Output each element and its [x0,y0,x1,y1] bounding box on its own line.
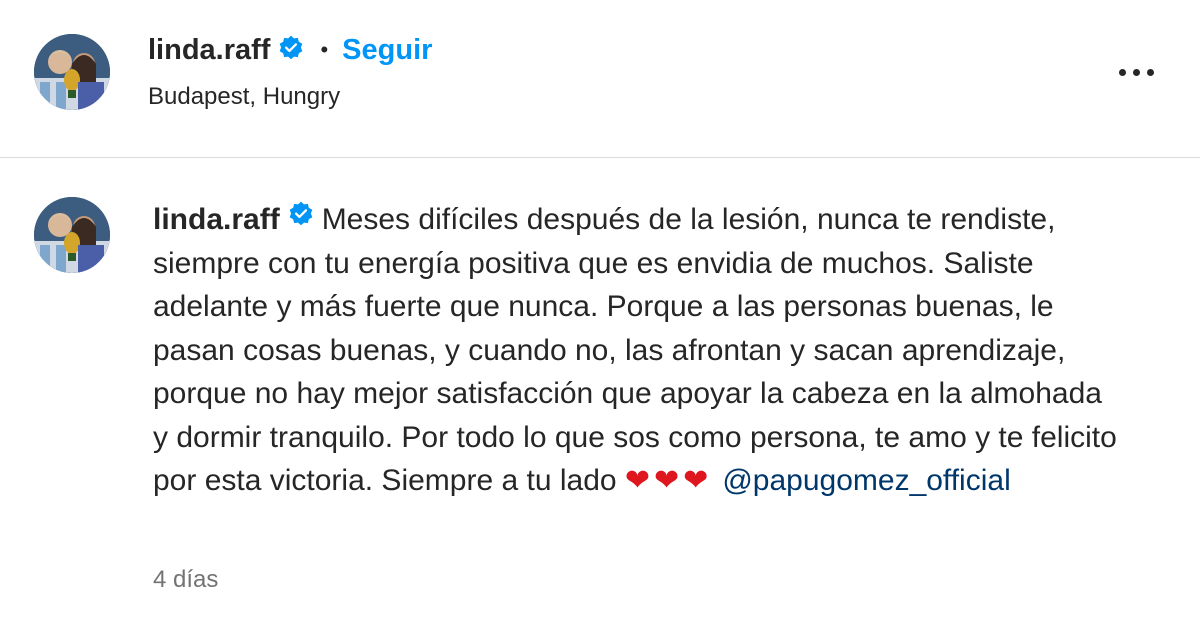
header-title-row: linda.raff • Seguir [148,30,432,70]
caption-avatar[interactable] [34,197,110,273]
avatar-photo-icon [34,34,110,110]
caption-text-block: linda.raff Meses difíciles después de la … [153,198,1123,503]
follow-button[interactable]: Seguir [342,34,432,67]
more-dot [1132,68,1140,76]
user-avatar[interactable] [34,34,110,110]
instagram-post-panel: linda.raff • Seguir Budapest, Hungry lin… [0,0,1200,623]
caption-timestamp[interactable]: 4 días [153,566,218,594]
verified-badge-icon [288,196,314,240]
post-header: linda.raff • Seguir Budapest, Hungry [0,0,1200,158]
post-username[interactable]: linda.raff [148,34,270,67]
caption-text: Meses difíciles después de la lesión, nu… [153,203,1117,497]
more-dot [1118,68,1126,76]
red-hearts-emoji: ❤❤❤ [624,464,713,497]
caption-username[interactable]: linda.raff [153,203,280,236]
avatar-photo-icon [34,197,110,273]
more-dot [1146,68,1154,76]
post-location[interactable]: Budapest, Hungry [148,83,340,111]
more-options-icon[interactable] [1112,60,1160,84]
separator-dot: • [320,37,329,62]
mention-link[interactable]: @papugomez_official [722,464,1010,497]
verified-badge-icon [278,35,304,66]
